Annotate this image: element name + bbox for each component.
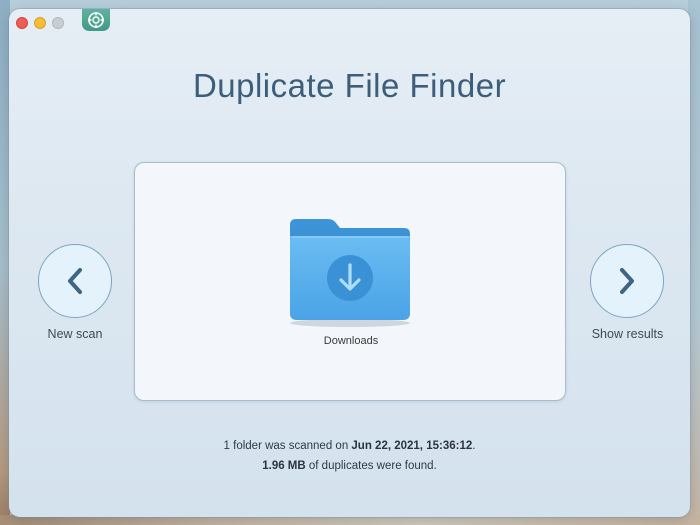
downloads-folder-icon[interactable] <box>286 215 414 327</box>
app-title: Duplicate File Finder <box>192 67 507 104</box>
duplicates-summary-line: 1.96 MB of duplicates were found. <box>9 460 690 472</box>
window-close-button[interactable] <box>16 17 28 29</box>
app-logo-icon <box>82 9 110 31</box>
new-scan-label[interactable]: New scan <box>27 327 123 341</box>
scan-summary-prefix: 1 folder was scanned on <box>223 440 352 452</box>
folder-name-label: Downloads <box>323 335 379 347</box>
show-results-button[interactable] <box>590 244 664 318</box>
chevron-right-icon <box>620 268 634 294</box>
scan-summary-suffix: . <box>472 440 476 452</box>
scan-datetime: Jun 22, 2021, 15:36:12 <box>351 440 473 452</box>
chevron-left-icon <box>68 268 82 294</box>
scanned-folders-panel: Downloads <box>134 162 566 401</box>
window-zoom-button[interactable] <box>52 17 64 29</box>
new-scan-button[interactable] <box>38 244 112 318</box>
window-minimize-button[interactable] <box>34 17 46 29</box>
app-window: Duplicate File Finder New scan Show resu… <box>9 9 690 517</box>
scan-summary-line: 1 folder was scanned on Jun 22, 2021, 15… <box>9 440 690 452</box>
duplicates-size: 1.96 MB <box>262 460 306 472</box>
duplicates-summary-suffix: of duplicates were found. <box>305 460 437 472</box>
show-results-label[interactable]: Show results <box>579 327 676 341</box>
